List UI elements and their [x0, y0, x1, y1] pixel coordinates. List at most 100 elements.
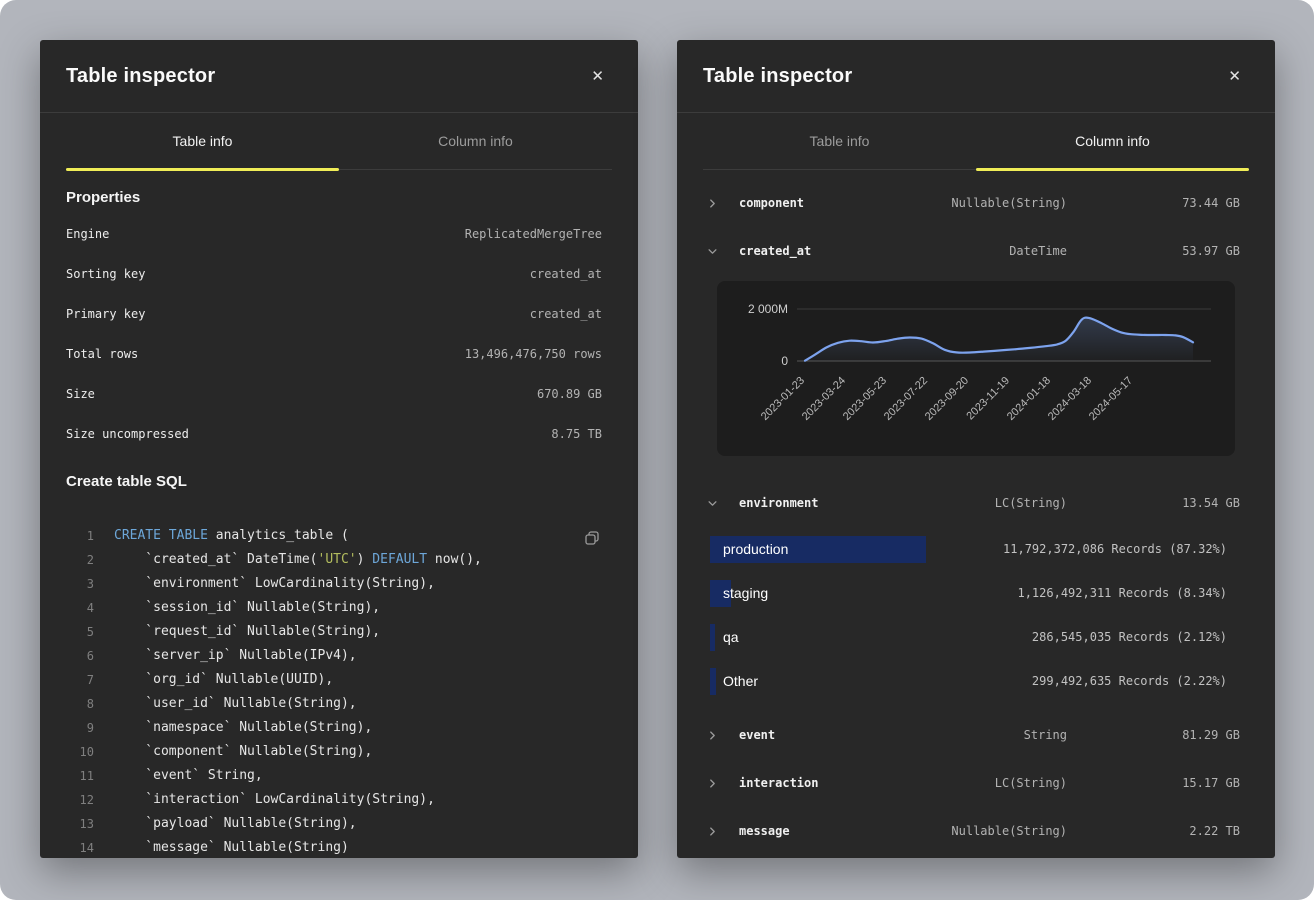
property-label: Size [66, 387, 95, 401]
column-type: DateTime [1009, 244, 1067, 258]
sql-code-line: 10 `component` Nullable(String), [66, 740, 602, 764]
chevron-right-icon [706, 729, 718, 741]
column-name: created_at [739, 244, 811, 258]
column-name: event [739, 728, 775, 742]
sql-code-block: 1 CREATE TABLE analytics_table (2 `create… [66, 524, 602, 858]
line-number: 12 [66, 788, 94, 812]
column-type: LC(String) [995, 496, 1067, 510]
column-name: environment [739, 496, 818, 510]
sql-lines: 1 CREATE TABLE analytics_table (2 `create… [66, 524, 602, 858]
environment-values-list: production11,792,372,086 Records (87.32%… [677, 527, 1275, 703]
svg-text:2 000M: 2 000M [748, 302, 788, 316]
property-row: Size 670.89 GB [66, 374, 602, 414]
line-number: 13 [66, 812, 94, 836]
sql-code-line: 6 `server_ip` Nullable(IPv4), [66, 644, 602, 668]
column-name: message [739, 824, 790, 838]
env-value-records: 299,492,635 Records (2.22%) [1032, 674, 1227, 688]
modal-header: Table inspector ✕ [677, 40, 1275, 113]
sql-code-line: 11 `event` String, [66, 764, 602, 788]
line-number: 3 [66, 572, 94, 596]
column-row-created_at[interactable]: created_at DateTime53.97 GB [677, 227, 1275, 275]
table-inspector-modal-column-info: Table inspector ✕ Table info Column info… [677, 40, 1275, 858]
chevron-right-icon [706, 197, 718, 209]
tab-table-info[interactable]: Table info [703, 113, 976, 169]
sql-code-text: `payload` Nullable(String), [114, 812, 357, 836]
env-value-label: qa [723, 629, 739, 645]
chart-area-fill [805, 318, 1193, 361]
column-name: component [739, 196, 804, 210]
line-number: 11 [66, 764, 94, 788]
env-value-row: staging 1,126,492,311 Records (8.34%) [710, 571, 1227, 615]
modal-title: Table inspector [703, 65, 852, 88]
sql-code-line: 4 `session_id` Nullable(String), [66, 596, 602, 620]
property-value: 8.75 TB [551, 427, 602, 441]
tab-column-info[interactable]: Column info [339, 113, 612, 169]
column-name: interaction [739, 776, 818, 790]
sql-code-text: `session_id` Nullable(String), [114, 596, 380, 620]
sql-code-line: 3 `environment` LowCardinality(String), [66, 572, 602, 596]
env-value-records: 11,792,372,086 Records (87.32%) [1003, 542, 1227, 556]
column-size: 15.17 GB [1067, 776, 1240, 790]
sql-code-text: `user_id` Nullable(String), [114, 692, 357, 716]
created-at-distribution-chart: 2 000M02023-01-232023-03-242023-05-23202… [717, 281, 1227, 456]
env-value-bar [710, 624, 715, 651]
tab-label: Table info [173, 133, 233, 149]
env-value-row: production11,792,372,086 Records (87.32%… [710, 527, 1227, 571]
svg-text:0: 0 [781, 354, 788, 368]
tab-label: Column info [1075, 133, 1150, 149]
tab-label: Table info [810, 133, 870, 149]
column-row-interaction[interactable]: interaction LC(String)15.17 GB [677, 759, 1275, 807]
table-info-content: Properties EngineReplicatedMergeTreeSort… [40, 189, 638, 858]
property-value: created_at [530, 307, 602, 321]
property-value: 13,496,476,750 rows [465, 347, 602, 361]
sql-code-line: 8 `user_id` Nullable(String), [66, 692, 602, 716]
sql-code-text: `interaction` LowCardinality(String), [114, 788, 435, 812]
sql-code-text: CREATE TABLE analytics_table ( [114, 524, 349, 548]
property-value: 670.89 GB [537, 387, 602, 401]
sql-code-line: 5 `request_id` Nullable(String), [66, 620, 602, 644]
env-value-records: 286,545,035 Records (2.12%) [1032, 630, 1227, 644]
column-size: 81.29 GB [1067, 728, 1240, 742]
property-label: Total rows [66, 347, 138, 361]
table-inspector-modal-table-info: Table inspector ✕ Table info Column info… [40, 40, 638, 858]
chevron-right-icon [706, 825, 718, 837]
env-value-label: staging [723, 585, 768, 601]
env-value-row: qa 286,545,035 Records (2.12%) [710, 615, 1227, 659]
env-value-records: 1,126,492,311 Records (8.34%) [1017, 586, 1227, 600]
tab-label: Column info [438, 133, 513, 149]
property-row: Sorting keycreated_at [66, 254, 602, 294]
column-size: 53.97 GB [1067, 244, 1240, 258]
tab-bar: Table info Column info [66, 113, 612, 170]
env-value-bar [710, 668, 716, 695]
tab-table-info[interactable]: Table info [66, 113, 339, 169]
sql-code-line: 14 `message` Nullable(String) [66, 836, 602, 858]
sql-code-text: `message` Nullable(String) [114, 836, 349, 858]
chevron-down-icon [706, 497, 718, 509]
copy-icon[interactable] [582, 528, 602, 551]
tab-column-info[interactable]: Column info [976, 113, 1249, 169]
column-row-environment[interactable]: environmentLC(String)13.54 GB [677, 479, 1275, 527]
column-row-message[interactable]: messageNullable(String)2.22 TB [677, 807, 1275, 855]
svg-text:2024-05-17: 2024-05-17 [1087, 375, 1135, 423]
line-number: 5 [66, 620, 94, 644]
column-size: 73.44 GB [1067, 196, 1240, 210]
modal-title: Table inspector [66, 65, 215, 88]
properties-heading: Properties [66, 189, 602, 206]
column-type: LC(String) [995, 776, 1067, 790]
properties-list: EngineReplicatedMergeTreeSorting keycrea… [66, 214, 602, 454]
sql-code-text: `org_id` Nullable(UUID), [114, 668, 333, 692]
line-number: 1 [66, 524, 94, 548]
close-icon[interactable]: ✕ [587, 65, 608, 88]
column-row-event[interactable]: eventString81.29 GB [677, 711, 1275, 759]
close-icon[interactable]: ✕ [1224, 65, 1245, 88]
sql-code-text: `created_at` DateTime('UTC') DEFAULT now… [114, 548, 482, 572]
sql-code-line: 13 `payload` Nullable(String), [66, 812, 602, 836]
column-size: 2.22 TB [1067, 824, 1240, 838]
property-row: Size uncompressed8.75 TB [66, 414, 602, 454]
column-info-content: componentNullable(String)73.44 GBcreated… [677, 170, 1275, 855]
sql-code-line: 2 `created_at` DateTime('UTC') DEFAULT n… [66, 548, 602, 572]
line-number: 9 [66, 716, 94, 740]
column-row-component[interactable]: componentNullable(String)73.44 GB [677, 179, 1275, 227]
property-label: Sorting key [66, 267, 145, 281]
property-label: Primary key [66, 307, 145, 321]
